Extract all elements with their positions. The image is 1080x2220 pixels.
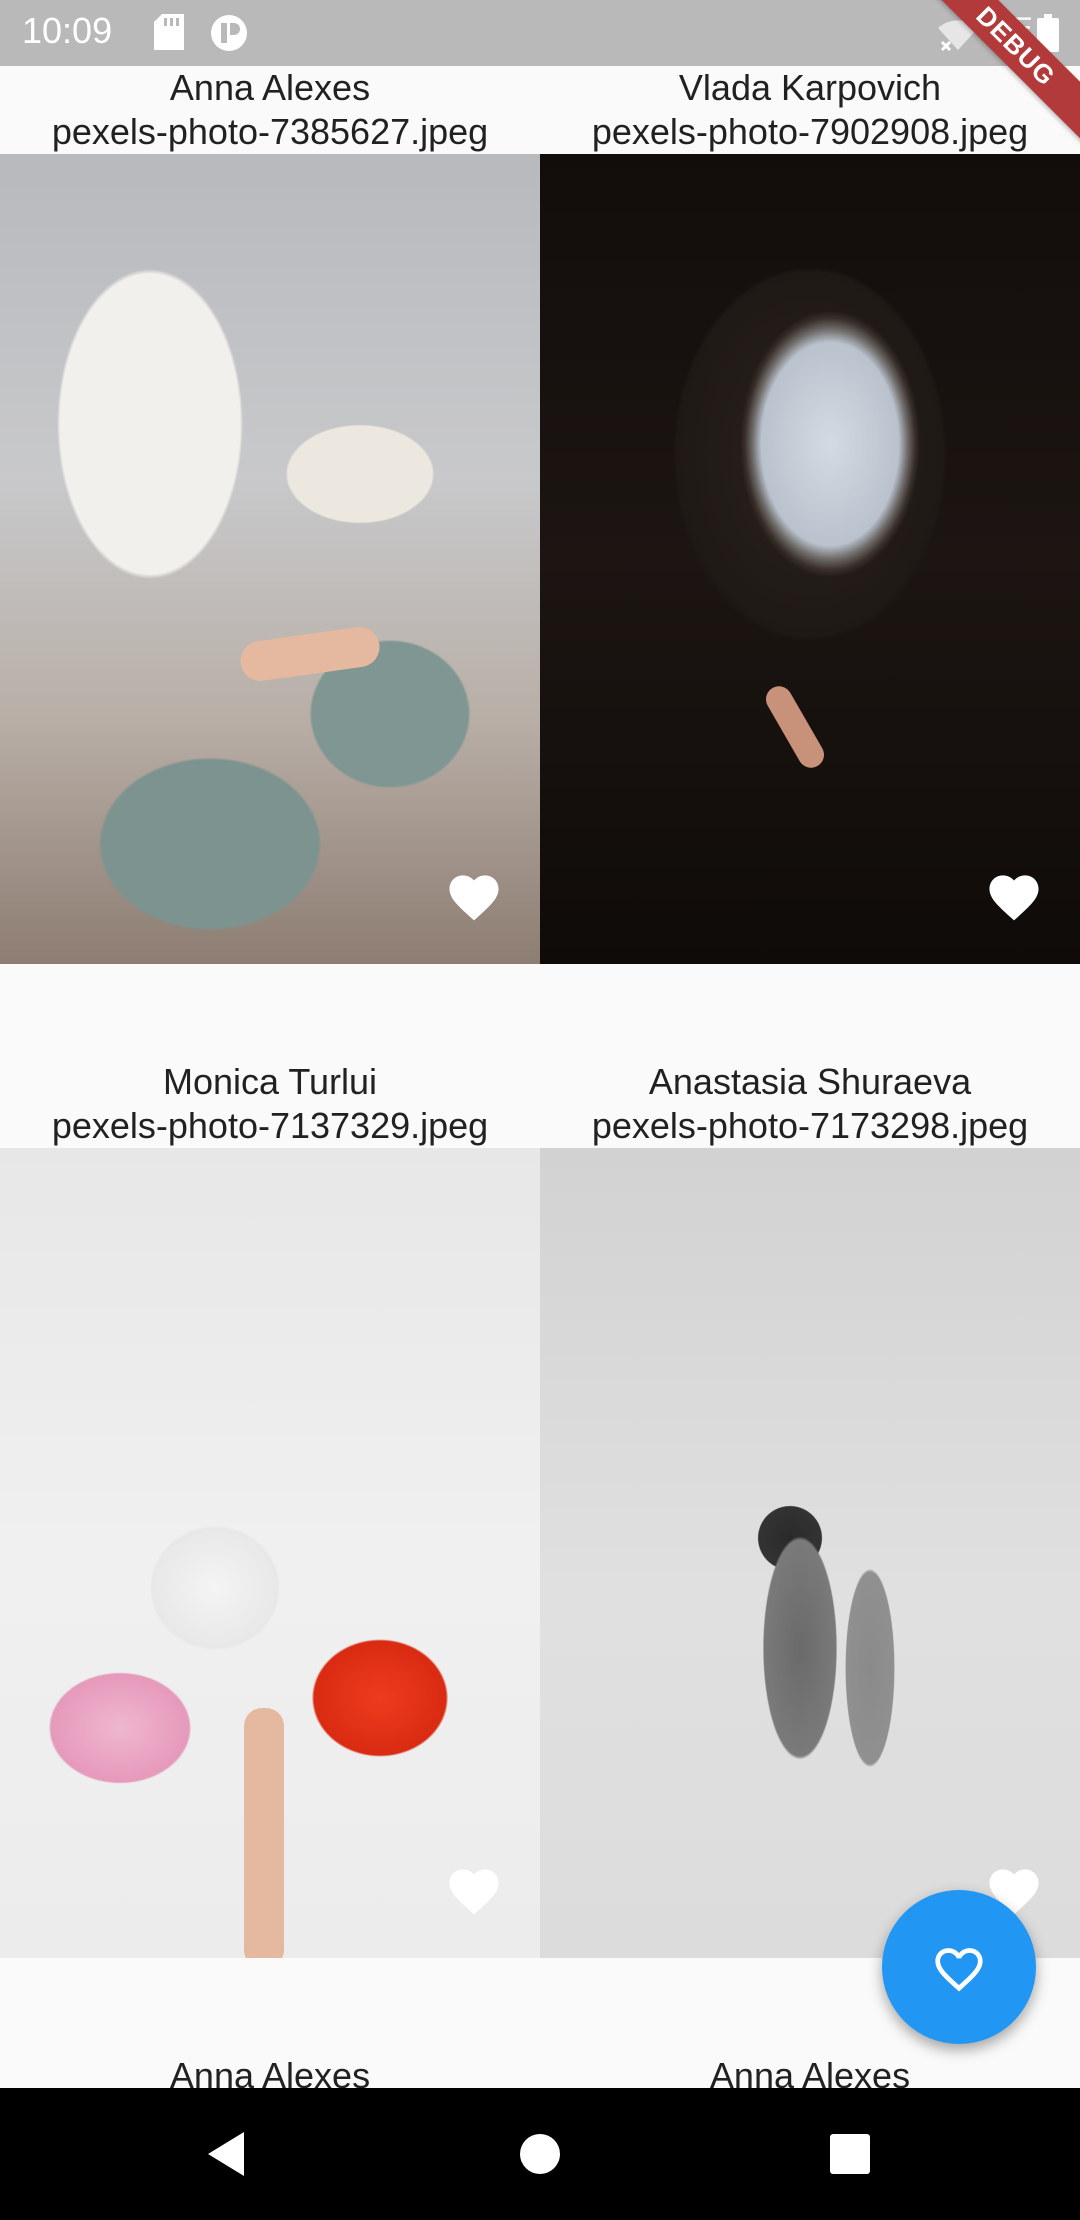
file-name: pexels-photo-7173298.jpeg [591, 1105, 1029, 1146]
file-name: pexels-photo-7137329.jpeg [51, 1105, 489, 1146]
sd-card-icon [154, 14, 184, 50]
home-button[interactable] [510, 2124, 570, 2184]
file-name: pexels-photo-7385627.jpeg [51, 111, 489, 152]
author-name: Anna Alexes [169, 67, 371, 108]
photo-image[interactable] [540, 154, 1080, 964]
photo-image[interactable] [0, 154, 540, 964]
photo-image[interactable] [0, 1148, 540, 1958]
status-time: 10:09 [22, 10, 113, 51]
author-name: Monica Turlui [162, 1061, 378, 1102]
favorites-fab-button[interactable] [882, 1890, 1036, 2044]
back-button[interactable] [196, 2124, 256, 2184]
back-icon [208, 2132, 244, 2176]
author-name: Vlada Karpovich [678, 67, 942, 108]
recents-button[interactable] [820, 2124, 880, 2184]
heart-icon[interactable] [984, 868, 1044, 922]
status-bar: 10:09 LTE [0, 0, 1080, 66]
heart-icon[interactable] [444, 868, 504, 922]
app-screen: 10:09 LTE DEBUG Anna Alexes pexels-photo… [0, 0, 1080, 2220]
photo-image[interactable] [540, 1148, 1080, 1958]
recents-icon [830, 2134, 870, 2174]
photo-detail [237, 624, 383, 684]
app-notification-icon [211, 15, 247, 51]
heart-icon[interactable] [444, 1862, 504, 1916]
photo-detail [244, 1708, 284, 1958]
home-icon [520, 2134, 560, 2174]
heart-outline-icon [935, 1948, 983, 1992]
navigation-bar [0, 2088, 1080, 2220]
file-name: pexels-photo-7902908.jpeg [591, 111, 1029, 152]
photo-detail [761, 681, 829, 773]
author-name: Anastasia Shuraeva [648, 1061, 972, 1102]
